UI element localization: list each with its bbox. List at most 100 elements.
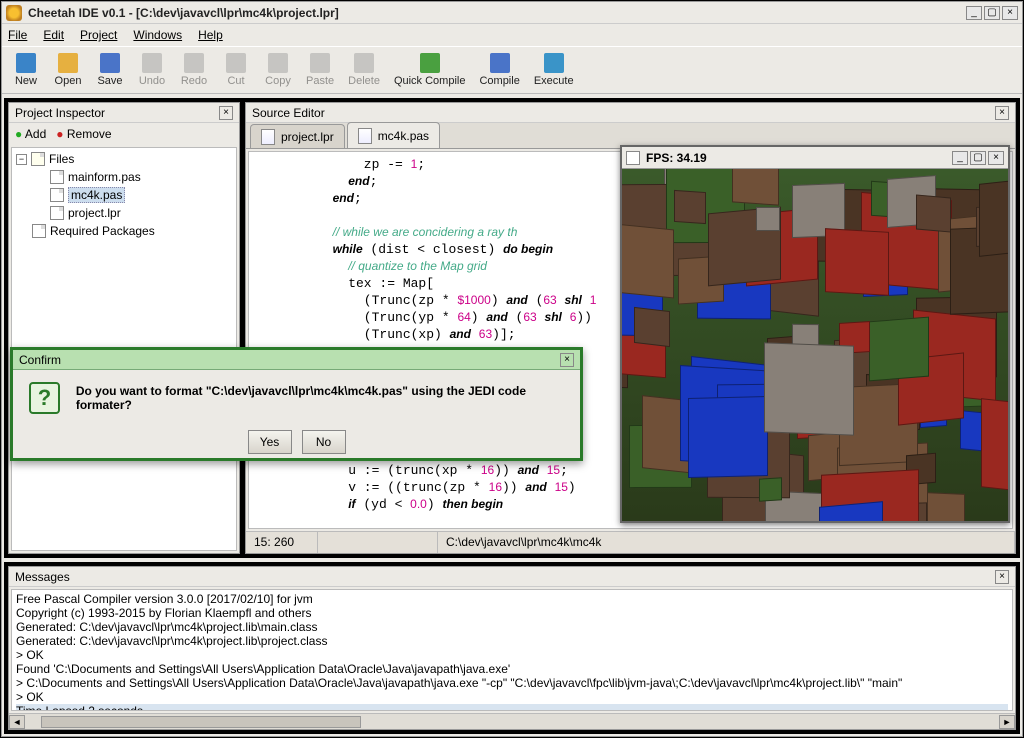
save-icon	[100, 53, 120, 73]
tool-execute[interactable]: Execute	[530, 48, 578, 92]
cursor-position: 15: 260	[246, 532, 318, 553]
tool-cut: Cut	[218, 48, 254, 92]
redo-icon	[184, 53, 204, 73]
tool-compile[interactable]: Compile	[475, 48, 523, 92]
messages-panel: Messages × Free Pascal Compiler version …	[8, 566, 1016, 730]
tool-label: Compile	[479, 75, 519, 87]
close-button[interactable]: ×	[988, 151, 1004, 165]
copy-icon	[268, 53, 288, 73]
cut-icon	[226, 53, 246, 73]
tree-required-packages[interactable]: Required Packages	[16, 222, 232, 240]
tool-copy: Copy	[260, 48, 296, 92]
game-canvas[interactable]	[622, 169, 1008, 521]
tool-label: Execute	[534, 75, 574, 87]
message-line[interactable]: Copyright (c) 1993-2015 by Florian Klaem…	[16, 606, 1008, 620]
scroll-thumb[interactable]	[41, 716, 361, 728]
tool-label: Save	[97, 75, 122, 87]
scroll-left-icon[interactable]: ◄	[9, 715, 25, 729]
game-block	[756, 207, 780, 231]
add-icon: ●	[15, 127, 22, 141]
tab-mc4k-pas[interactable]: mc4k.pas	[347, 122, 440, 148]
message-line[interactable]: > OK	[16, 690, 1008, 704]
quick-compile-icon	[420, 53, 440, 73]
tree-file-project-lpr[interactable]: project.lpr	[16, 204, 232, 222]
panel-close-button[interactable]: ×	[995, 570, 1009, 584]
tool-label: Open	[55, 75, 82, 87]
confirm-dialog: Confirm × ? Do you want to format "C:\de…	[10, 347, 583, 461]
game-block	[634, 306, 670, 346]
menu-help[interactable]: Help	[198, 28, 223, 42]
menu-edit[interactable]: Edit	[43, 28, 64, 42]
tool-label: Quick Compile	[394, 75, 466, 87]
horizontal-scrollbar[interactable]: ◄ ►	[9, 713, 1015, 729]
tree-files-folder[interactable]: −Files	[16, 150, 232, 168]
message-line[interactable]: Time Lapsed 2 seconds	[16, 704, 1008, 711]
tree-file-mc4k-pas[interactable]: mc4k.pas	[16, 186, 232, 204]
no-button[interactable]: No	[302, 430, 346, 454]
paste-icon	[310, 53, 330, 73]
close-button[interactable]: ×	[1002, 6, 1018, 20]
game-block	[688, 396, 768, 478]
tree-file-mainform-pas[interactable]: mainform.pas	[16, 168, 232, 186]
message-line[interactable]: Generated: C:\dev\javavcl\lpr\mc4k\proje…	[16, 620, 1008, 634]
minimize-button[interactable]: _	[952, 151, 968, 165]
minimize-button[interactable]: _	[966, 6, 982, 20]
game-window[interactable]: FPS: 34.19 _ ▢ ×	[620, 145, 1010, 523]
dialog-message: Do you want to format "C:\dev\javavcl\lp…	[76, 384, 564, 412]
remove-button[interactable]: Remove	[67, 127, 112, 141]
game-block	[979, 176, 1008, 257]
panel-close-button[interactable]: ×	[995, 106, 1009, 120]
dialog-title: Confirm	[19, 353, 61, 367]
game-block	[981, 398, 1008, 497]
open-icon	[58, 53, 78, 73]
message-line[interactable]: > OK	[16, 648, 1008, 662]
maximize-button[interactable]: ▢	[970, 151, 986, 165]
message-line[interactable]: > C:\Documents and Settings\All Users\Ap…	[16, 676, 1008, 690]
game-block	[825, 229, 889, 296]
delete-icon	[354, 53, 374, 73]
panel-title: Messages	[15, 570, 70, 584]
messages-list[interactable]: Free Pascal Compiler version 3.0.0 [2017…	[11, 589, 1013, 711]
yes-button[interactable]: Yes	[248, 430, 292, 454]
game-block	[759, 478, 782, 502]
menu-file[interactable]: File	[8, 28, 27, 42]
scroll-right-icon[interactable]: ►	[999, 715, 1015, 729]
maximize-button[interactable]: ▢	[984, 6, 1000, 20]
game-titlebar: FPS: 34.19 _ ▢ ×	[622, 147, 1008, 169]
tool-label: Paste	[306, 75, 334, 87]
message-line[interactable]: Found 'C:\Documents and Settings\All Use…	[16, 662, 1008, 676]
game-block	[764, 342, 854, 435]
tool-open[interactable]: Open	[50, 48, 86, 92]
message-line[interactable]: Free Pascal Compiler version 3.0.0 [2017…	[16, 592, 1008, 606]
tool-label: Redo	[181, 75, 207, 87]
messages-area: Messages × Free Pascal Compiler version …	[4, 562, 1020, 734]
titlebar: Cheetah IDE v0.1 - [C:\dev\javavcl\lpr\m…	[2, 2, 1022, 24]
game-block	[674, 190, 706, 224]
dialog-close-button[interactable]: ×	[560, 353, 574, 367]
add-button[interactable]: Add	[25, 127, 46, 141]
app-logo-icon	[6, 5, 22, 21]
window-title: Cheetah IDE v0.1 - [C:\dev\javavcl\lpr\m…	[28, 6, 966, 20]
tool-save[interactable]: Save	[92, 48, 128, 92]
tool-label: Delete	[348, 75, 380, 87]
execute-icon	[544, 53, 564, 73]
remove-icon: ●	[56, 127, 63, 141]
tab-project-lpr[interactable]: project.lpr	[250, 124, 345, 148]
menu-windows[interactable]: Windows	[133, 28, 182, 42]
editor-statusbar: 15: 260 C:\dev\javavcl\lpr\mc4k\mc4k	[246, 531, 1015, 553]
tool-undo: Undo	[134, 48, 170, 92]
game-block	[869, 317, 929, 381]
tool-label: New	[15, 75, 37, 87]
tool-new[interactable]: New	[8, 48, 44, 92]
menu-project[interactable]: Project	[80, 28, 117, 42]
game-block	[622, 222, 674, 298]
tool-quick-compile[interactable]: Quick Compile	[390, 48, 470, 92]
fps-label: FPS: 34.19	[646, 151, 952, 165]
file-icon	[358, 128, 372, 144]
file-path: C:\dev\javavcl\lpr\mc4k\mc4k	[438, 532, 1015, 553]
status-spacer	[318, 532, 438, 553]
panel-close-button[interactable]: ×	[219, 106, 233, 120]
question-icon: ?	[29, 382, 60, 414]
message-line[interactable]: Generated: C:\dev\javavcl\lpr\mc4k\proje…	[16, 634, 1008, 648]
panel-title: Source Editor	[252, 106, 325, 120]
